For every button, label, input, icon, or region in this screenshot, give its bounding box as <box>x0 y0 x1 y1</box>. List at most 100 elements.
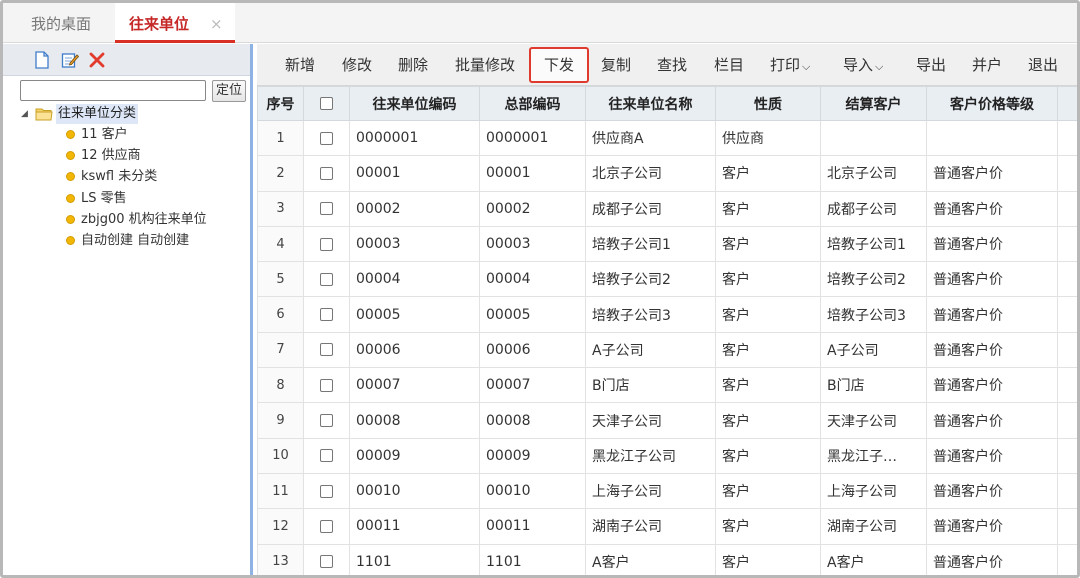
delete-button[interactable]: 删除 <box>398 44 428 86</box>
row-checkbox[interactable] <box>320 166 333 180</box>
chevron-down-icon: ⌵ <box>802 60 811 73</box>
cell-settlement-customer: 上海子公司 <box>820 472 927 510</box>
cell-seq: 4 <box>257 225 304 263</box>
header-nature[interactable]: 性质 <box>715 86 821 121</box>
table-row[interactable]: 13 1101 1101 A客户 客户 A客户 普通客户价 <box>257 543 1077 575</box>
search-button[interactable]: 查找 <box>657 44 687 86</box>
row-checkbox[interactable] <box>320 555 333 569</box>
cell-checkbox[interactable] <box>303 155 350 192</box>
exit-button[interactable]: 退出 <box>1028 44 1058 86</box>
cell-checkbox[interactable] <box>303 472 350 510</box>
cell-settlement-customer: 北京子公司 <box>820 155 927 192</box>
tree-item[interactable]: kswfl 未分类 <box>3 166 250 187</box>
row-checkbox[interactable] <box>320 202 333 216</box>
cell-seq: 12 <box>257 508 304 545</box>
cell-checkbox[interactable] <box>303 331 350 369</box>
header-unit-code[interactable]: 往来单位编码 <box>349 86 480 121</box>
export-button[interactable]: 导出 <box>916 44 946 86</box>
tree-node-icon <box>66 214 75 224</box>
cell-filler <box>1057 296 1077 333</box>
batch-modify-button[interactable]: 批量修改 <box>455 44 515 86</box>
cell-checkbox[interactable] <box>303 225 350 263</box>
delete-icon[interactable] <box>88 51 106 69</box>
merge-button[interactable]: 并户 <box>972 44 1002 86</box>
import-button[interactable]: 导入 ⌵ <box>843 44 883 86</box>
tree-item[interactable]: 12 供应商 <box>3 145 250 166</box>
row-checkbox[interactable] <box>320 343 333 357</box>
tree-item[interactable]: zbjg00 机构往来单位 <box>3 209 250 230</box>
row-checkbox[interactable] <box>320 131 333 145</box>
cell-unit-code: 1101 <box>349 543 480 575</box>
row-checkbox[interactable] <box>320 414 333 428</box>
cell-checkbox[interactable] <box>303 261 350 298</box>
row-checkbox[interactable] <box>320 449 333 463</box>
header-hq-code[interactable]: 总部编码 <box>479 86 586 121</box>
cell-unit-name: 北京子公司 <box>585 155 716 192</box>
cell-filler <box>1057 367 1077 404</box>
modify-button[interactable]: 修改 <box>342 44 372 86</box>
header-settlement-customer[interactable]: 结算客户 <box>820 86 927 121</box>
table-row[interactable]: 5 00004 00004 培教子公司2 客户 培教子公司2 普通客户价 <box>257 261 1077 298</box>
new-document-icon[interactable] <box>33 51 51 69</box>
print-button[interactable]: 打印 ⌵ <box>770 44 810 86</box>
row-checkbox[interactable] <box>320 237 333 251</box>
table-row[interactable]: 9 00008 00008 天津子公司 客户 天津子公司 普通客户价 <box>257 402 1077 439</box>
cell-checkbox[interactable] <box>303 119 350 157</box>
edit-icon[interactable] <box>61 51 79 69</box>
collapse-arrow-icon[interactable]: ◢ <box>21 104 28 124</box>
cell-unit-code: 00004 <box>349 261 480 298</box>
copy-button[interactable]: 复制 <box>601 44 631 86</box>
tree-item[interactable]: LS 零售 <box>3 188 250 209</box>
cell-checkbox[interactable] <box>303 367 350 404</box>
row-checkbox[interactable] <box>320 308 333 322</box>
cell-filler <box>1057 261 1077 298</box>
cell-checkbox[interactable] <box>303 296 350 333</box>
cell-unit-code: 00002 <box>349 190 480 227</box>
tree-item[interactable]: 11 客户 <box>3 124 250 145</box>
trading-units-table: 序号 往来单位编码 总部编码 往来单位名称 性质 结算客户 客户价格等级 1 00… <box>257 86 1077 575</box>
dispatch-button[interactable]: 下发 <box>529 47 590 83</box>
table-row[interactable]: 2 00001 00001 北京子公司 客户 北京子公司 普通客户价 <box>257 155 1077 192</box>
table-row[interactable]: 6 00005 00005 培教子公司3 客户 培教子公司3 普通客户价 <box>257 296 1077 333</box>
header-unit-name[interactable]: 往来单位名称 <box>585 86 716 121</box>
cell-filler <box>1057 437 1077 474</box>
cell-settlement-customer: 黑龙江子… <box>820 437 927 474</box>
cell-nature: 客户 <box>715 437 821 474</box>
table-row[interactable]: 1 0000001 0000001 供应商A 供应商 <box>257 119 1077 157</box>
cell-price-level: 普通客户价 <box>926 225 1058 263</box>
add-button[interactable]: 新增 <box>285 44 315 86</box>
tab-trading-units[interactable]: 往来单位 × <box>115 3 235 43</box>
table-row[interactable]: 11 00010 00010 上海子公司 客户 上海子公司 普通客户价 <box>257 472 1077 510</box>
tab-my-desktop[interactable]: 我的桌面 <box>31 3 91 43</box>
table-row[interactable]: 4 00003 00003 培教子公司1 客户 培教子公司1 普通客户价 <box>257 225 1077 263</box>
header-seq[interactable]: 序号 <box>257 86 304 121</box>
table-row[interactable]: 7 00006 00006 A子公司 客户 A子公司 普通客户价 <box>257 331 1077 369</box>
header-price-level[interactable]: 客户价格等级 <box>926 86 1058 121</box>
cell-checkbox[interactable] <box>303 543 350 575</box>
tree-item[interactable]: 自动创建 自动创建 <box>3 230 250 251</box>
cell-hq-code: 00003 <box>479 225 586 263</box>
cell-unit-code: 00001 <box>349 155 480 192</box>
cell-checkbox[interactable] <box>303 190 350 227</box>
cell-checkbox[interactable] <box>303 508 350 545</box>
columns-button[interactable]: 栏目 <box>714 44 744 86</box>
cell-checkbox[interactable] <box>303 402 350 439</box>
table-row[interactable]: 12 00011 00011 湖南子公司 客户 湖南子公司 普通客户价 <box>257 508 1077 545</box>
table-row[interactable]: 3 00002 00002 成都子公司 客户 成都子公司 普通客户价 <box>257 190 1077 227</box>
table-row[interactable]: 10 00009 00009 黑龙江子公司 客户 黑龙江子… 普通客户价 <box>257 437 1077 474</box>
header-select-all[interactable] <box>303 86 350 121</box>
cell-filler <box>1057 508 1077 545</box>
cell-checkbox[interactable] <box>303 437 350 474</box>
table-row[interactable]: 8 00007 00007 B门店 客户 B门店 普通客户价 <box>257 367 1077 404</box>
select-all-checkbox[interactable] <box>320 97 333 110</box>
row-checkbox[interactable] <box>320 484 333 498</box>
row-checkbox[interactable] <box>320 272 333 286</box>
locate-input[interactable] <box>20 80 206 101</box>
row-checkbox[interactable] <box>320 519 333 533</box>
close-icon[interactable]: × <box>210 3 223 45</box>
cell-unit-code: 00010 <box>349 472 480 510</box>
tree-root[interactable]: ◢ 往来单位分类 <box>3 104 250 124</box>
locate-button[interactable]: 定位 <box>212 80 246 102</box>
tab-trading-units-label: 往来单位 <box>129 15 190 33</box>
row-checkbox[interactable] <box>320 378 333 392</box>
